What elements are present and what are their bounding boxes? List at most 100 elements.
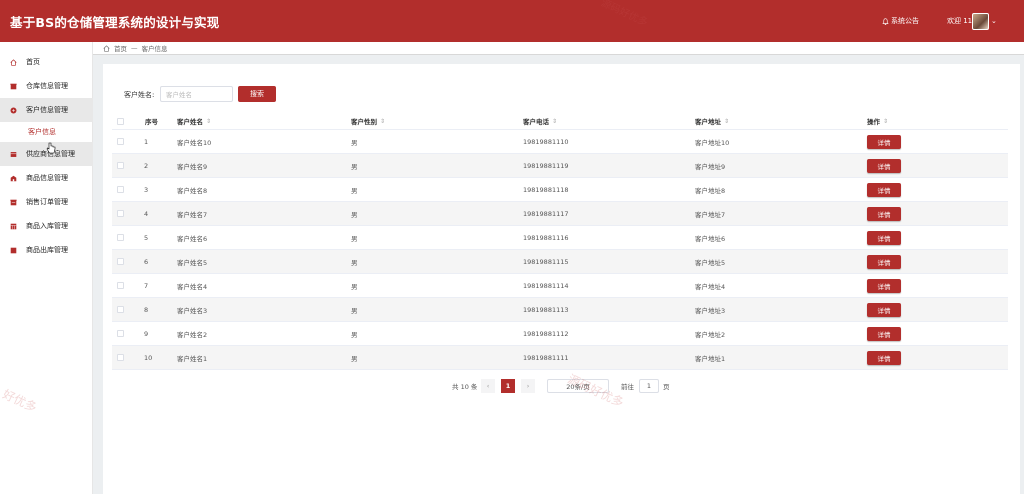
cell-name: 客户姓名7 [177, 210, 208, 219]
notice-label: 系统公告 [891, 17, 919, 25]
sidebar-item-stock-in[interactable]: 商品入库管理 [0, 214, 93, 238]
sidebar-item-orders[interactable]: 销售订单管理 [0, 190, 93, 214]
cell-phone: 19819881115 [523, 257, 569, 266]
cell-gender: 男 [351, 258, 358, 267]
sidebar: 首页 仓库信息管理 客户信息管理 客户信息 供应商信息管理 商品信息管理 销售订… [0, 42, 93, 494]
sort-icon: ⇕ [724, 117, 730, 125]
sidebar-item-warehouse[interactable]: 仓库信息管理 [0, 74, 93, 98]
column-header-gender[interactable]: 客户性别 ⇕ [351, 113, 385, 129]
home-icon [10, 58, 17, 66]
goods-icon [10, 175, 17, 181]
column-header-address[interactable]: 客户地址 ⇕ [695, 113, 729, 129]
cell-gender: 男 [351, 354, 358, 363]
row-checkbox[interactable] [117, 210, 124, 217]
table-row: 4 客户姓名7 男 19819881117 客户地址7 详情 [112, 202, 1008, 226]
column-header-name[interactable]: 客户姓名 ⇕ [177, 113, 211, 129]
row-checkbox[interactable] [117, 330, 124, 337]
cell-no: 4 [144, 209, 149, 218]
select-all-checkbox[interactable] [117, 117, 124, 125]
detail-button[interactable]: 详情 [867, 326, 901, 341]
row-checkbox[interactable] [117, 282, 124, 289]
chevron-down-icon[interactable]: ⌄ [991, 17, 997, 25]
cell-phone: 19819881113 [523, 305, 569, 314]
sort-icon: ⇕ [380, 117, 386, 125]
cell-name: 客户姓名1 [177, 354, 208, 363]
sidebar-item-home[interactable]: 首页 [0, 50, 93, 74]
detail-button[interactable]: 详情 [867, 254, 901, 269]
cell-gender: 男 [351, 330, 358, 339]
cell-phone: 19819881116 [523, 233, 569, 242]
detail-button[interactable]: 详情 [867, 182, 901, 197]
cell-address: 客户地址4 [695, 282, 726, 291]
notice-link[interactable]: 系统公告 [882, 16, 919, 26]
pagination-total: 共 10 条 [452, 383, 478, 391]
user-avatar[interactable] [972, 13, 989, 30]
stock-in-icon [10, 223, 17, 229]
cell-no: 8 [144, 305, 149, 314]
top-header: 基于BS的仓储管理系统的设计与实现 系统公告 欢迎 11 ⌄ [0, 0, 1024, 42]
table-row: 1 客户姓名10 男 19819881110 客户地址10 详情 [112, 130, 1008, 154]
column-header-actions[interactable]: 操作 ⇕ [867, 113, 888, 129]
cell-name: 客户姓名5 [177, 258, 208, 267]
breadcrumb-home[interactable]: 首页 [114, 43, 127, 53]
search-label: 客户姓名: [124, 91, 155, 99]
detail-button[interactable]: 详情 [867, 350, 901, 365]
hand-cursor-icon [46, 142, 56, 154]
table-row: 3 客户姓名8 男 19819881118 客户地址8 详情 [112, 178, 1008, 202]
detail-button[interactable]: 详情 [867, 206, 901, 221]
cell-no: 2 [144, 161, 149, 170]
cell-name: 客户姓名10 [177, 138, 212, 147]
prev-page-button[interactable]: ‹ [481, 379, 495, 393]
next-page-button[interactable]: › [521, 379, 535, 393]
detail-button[interactable]: 详情 [867, 134, 901, 149]
row-checkbox[interactable] [117, 354, 124, 361]
row-checkbox[interactable] [117, 138, 124, 145]
table-row: 6 客户姓名5 男 19819881115 客户地址5 详情 [112, 250, 1008, 274]
sidebar-item-goods[interactable]: 商品信息管理 [0, 166, 93, 190]
supplier-icon [10, 151, 17, 157]
row-checkbox[interactable] [117, 162, 124, 169]
cell-name: 客户姓名9 [177, 162, 208, 171]
app-title: 基于BS的仓储管理系统的设计与实现 [10, 14, 220, 30]
goto-page-input[interactable]: 1 [639, 379, 659, 393]
search-button[interactable]: 搜索 [238, 86, 276, 102]
table-row: 10 客户姓名1 男 19819881111 客户地址1 详情 [112, 346, 1008, 370]
cell-address: 客户地址7 [695, 210, 726, 219]
detail-button[interactable]: 详情 [867, 302, 901, 317]
cell-address: 客户地址6 [695, 234, 726, 243]
cell-gender: 男 [351, 210, 358, 219]
cell-gender: 男 [351, 282, 358, 291]
sidebar-item-stock-out[interactable]: 商品出库管理 [0, 238, 93, 262]
order-icon [10, 199, 17, 205]
cell-phone: 19819881110 [523, 137, 569, 146]
row-checkbox[interactable] [117, 186, 124, 193]
cell-phone: 19819881114 [523, 281, 569, 290]
bell-icon [882, 17, 889, 25]
stock-out-icon [10, 247, 17, 253]
row-checkbox[interactable] [117, 234, 124, 241]
sidebar-item-label: 客户信息管理 [26, 106, 68, 114]
sort-icon: ⇕ [552, 117, 558, 125]
row-checkbox[interactable] [117, 306, 124, 313]
breadcrumb: 首页 — 客户信息 [93, 42, 1024, 55]
cell-gender: 男 [351, 234, 358, 243]
cell-no: 10 [144, 353, 153, 362]
cell-gender: 男 [351, 162, 358, 171]
table-row: 9 客户姓名2 男 19819881112 客户地址2 详情 [112, 322, 1008, 346]
sidebar-item-customer[interactable]: 客户信息管理 [0, 98, 93, 122]
breadcrumb-separator: — [131, 44, 138, 52]
column-header-phone[interactable]: 客户电话 ⇕ [523, 113, 557, 129]
detail-button[interactable]: 详情 [867, 230, 901, 245]
detail-button[interactable]: 详情 [867, 158, 901, 173]
detail-button[interactable]: 详情 [867, 278, 901, 293]
cell-name: 客户姓名2 [177, 330, 208, 339]
cell-name: 客户姓名6 [177, 234, 208, 243]
search-input[interactable]: 客户姓名 [160, 86, 233, 102]
cell-name: 客户姓名3 [177, 306, 208, 315]
sidebar-subitem-customer-info[interactable]: 客户信息 [0, 122, 93, 142]
cell-address: 客户地址5 [695, 258, 726, 267]
cell-name: 客户姓名4 [177, 282, 208, 291]
goto-label: 前往 [621, 383, 634, 391]
page-number-current[interactable]: 1 [501, 379, 515, 393]
row-checkbox[interactable] [117, 258, 124, 265]
